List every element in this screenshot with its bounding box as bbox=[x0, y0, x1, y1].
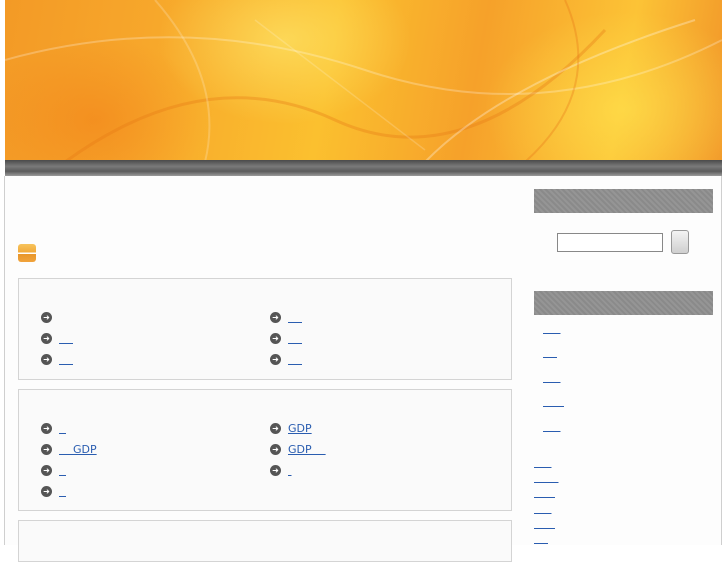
item-link[interactable] bbox=[59, 485, 66, 499]
leaf-texture bbox=[5, 0, 722, 162]
sidebar-bottom-link[interactable] bbox=[534, 502, 551, 515]
arrow-right-circle-icon: ➜ bbox=[270, 312, 281, 323]
item-link[interactable] bbox=[288, 464, 292, 478]
item-link[interactable] bbox=[288, 353, 302, 367]
item-link[interactable]: GDP bbox=[59, 443, 97, 457]
header-banner bbox=[5, 0, 722, 162]
frame-border-right bbox=[721, 176, 722, 545]
search-button[interactable] bbox=[671, 230, 689, 254]
arrow-right-circle-icon: ➜ bbox=[41, 486, 52, 497]
item-link[interactable] bbox=[59, 332, 73, 346]
sidebar-bottom-link[interactable] bbox=[534, 486, 555, 499]
item-link[interactable] bbox=[288, 311, 302, 325]
link-section-3 bbox=[18, 520, 512, 562]
sidebar-link[interactable] bbox=[543, 346, 557, 359]
link-section-2: ➜ ➜ GDP ➜ GDP ➜ GDP ➜ ➜ ➜ bbox=[18, 389, 512, 511]
arrow-right-circle-icon: ➜ bbox=[41, 444, 52, 455]
section-title-icon bbox=[18, 244, 36, 262]
arrow-right-circle-icon: ➜ bbox=[41, 333, 52, 344]
item-link[interactable] bbox=[59, 422, 66, 436]
arrow-right-circle-icon: ➜ bbox=[41, 423, 52, 434]
sidebar-links-header bbox=[534, 291, 713, 315]
sidebar-bottom-link[interactable] bbox=[534, 517, 555, 530]
search-input[interactable] bbox=[557, 233, 663, 252]
sidebar-bottom-link[interactable] bbox=[534, 532, 548, 545]
arrow-right-circle-icon: ➜ bbox=[41, 354, 52, 365]
arrow-right-circle-icon: ➜ bbox=[270, 444, 281, 455]
sidebar-search-header bbox=[534, 189, 713, 213]
sidebar-link[interactable] bbox=[543, 420, 560, 433]
header-bottom-bar bbox=[5, 160, 722, 176]
sidebar-link[interactable] bbox=[543, 395, 564, 408]
arrow-right-circle-icon: ➜ bbox=[270, 423, 281, 434]
item-link[interactable]: GDP bbox=[288, 443, 326, 457]
link-section-1: ➜ ➜ ➜ ➜ ➜ ➜ bbox=[18, 278, 512, 380]
arrow-right-circle-icon: ➜ bbox=[270, 333, 281, 344]
arrow-right-circle-icon: ➜ bbox=[41, 312, 52, 323]
item-link[interactable]: GDP bbox=[288, 422, 312, 436]
sidebar-bottom-link[interactable] bbox=[534, 456, 551, 469]
frame-border-left bbox=[4, 176, 5, 545]
arrow-right-circle-icon: ➜ bbox=[270, 354, 281, 365]
arrow-right-circle-icon: ➜ bbox=[41, 465, 52, 476]
sidebar-link[interactable] bbox=[543, 371, 560, 384]
item-link[interactable] bbox=[59, 464, 66, 478]
sidebar-bottom-link[interactable] bbox=[534, 471, 558, 484]
sidebar-link[interactable] bbox=[543, 322, 560, 335]
item-link[interactable] bbox=[59, 353, 73, 367]
item-link[interactable] bbox=[288, 332, 302, 346]
arrow-right-circle-icon: ➜ bbox=[270, 465, 281, 476]
